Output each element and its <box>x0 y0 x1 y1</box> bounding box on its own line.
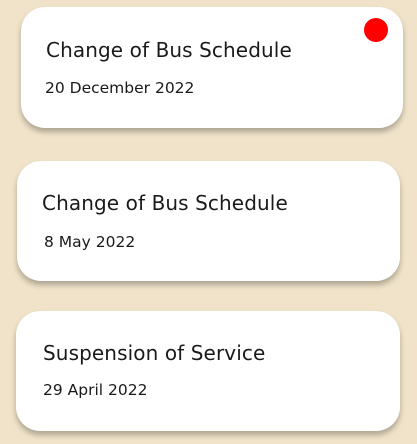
unread-indicator-icon <box>364 18 388 42</box>
notice-card[interactable]: Suspension of Service 29 April 2022 <box>16 311 400 431</box>
notice-card[interactable]: Change of Bus Schedule 8 May 2022 <box>17 161 400 281</box>
notice-title: Suspension of Service <box>43 341 266 365</box>
notice-title: Change of Bus Schedule <box>46 38 292 62</box>
notice-date: 8 May 2022 <box>44 233 136 251</box>
notice-date: 20 December 2022 <box>45 79 195 97</box>
notice-card[interactable]: Change of Bus Schedule 20 December 2022 <box>21 7 403 128</box>
notice-date: 29 April 2022 <box>43 381 148 399</box>
notice-title: Change of Bus Schedule <box>42 191 288 215</box>
